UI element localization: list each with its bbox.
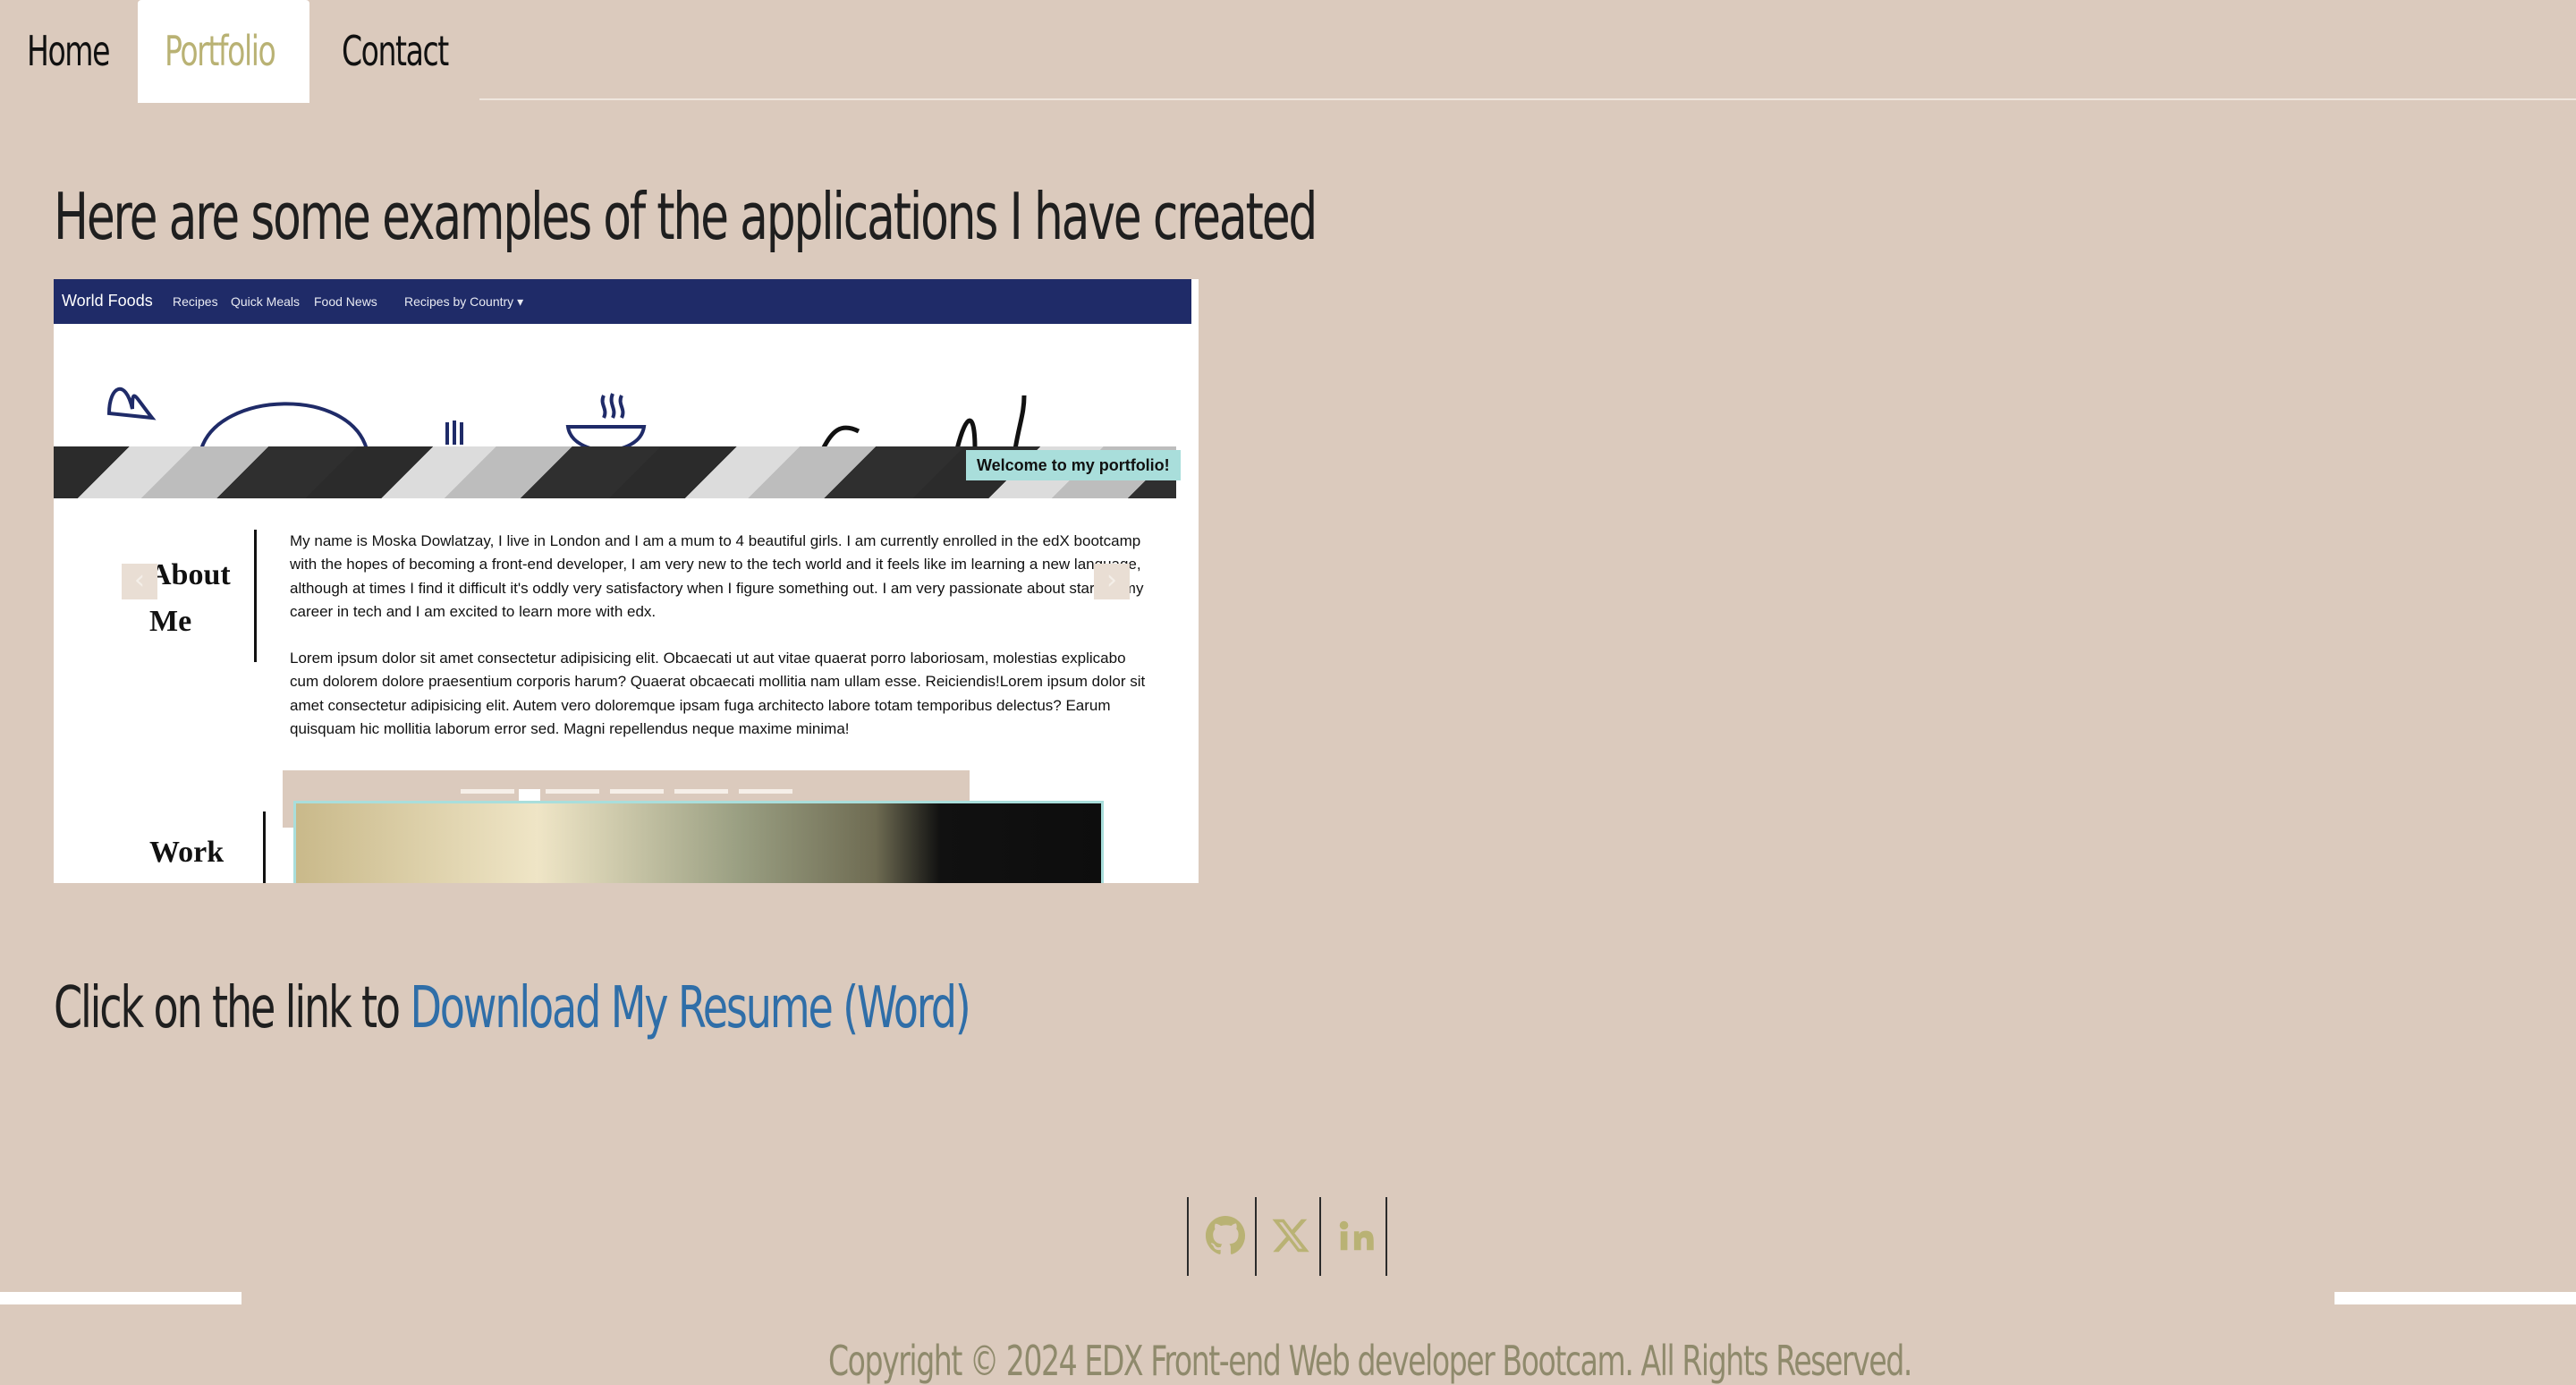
carousel-indicator-5[interactable] — [674, 789, 728, 794]
project-link-recipes: Recipes — [173, 294, 218, 309]
download-resume-link[interactable]: Download My Resume (Word) — [410, 975, 970, 1041]
tab-contact[interactable]: Contact — [342, 0, 449, 103]
about-paragraph-1: My name is Moska Dowlatzay, I live in Lo… — [290, 532, 1144, 620]
resume-prefix: Click on the link to — [54, 975, 411, 1041]
resume-line: Click on the link to Download My Resume … — [54, 975, 971, 1041]
carousel-indicator-3[interactable] — [546, 789, 599, 794]
project-link-food-news: Food News — [314, 294, 377, 309]
caret-down-icon: ▾ — [517, 294, 524, 309]
carousel-indicator-4[interactable] — [610, 789, 664, 794]
social-divider — [1187, 1197, 1189, 1276]
footer-bar-left — [0, 1292, 242, 1304]
about-paragraph-2: Lorem ipsum dolor sit amet consectetur a… — [290, 650, 1146, 738]
portfolio-carousel: World Foods Recipes Quick Meals Food New… — [54, 279, 1199, 883]
about-me-text: My name is Moska Dowlatzay, I live in Lo… — [290, 530, 1148, 764]
copyright-text: Copyright © 2024 EDX Front-end Web devel… — [828, 1337, 1912, 1385]
social-divider — [1255, 1197, 1257, 1276]
page-heading: Here are some examples of the applicatio… — [54, 179, 1318, 254]
food-illustration-banner — [106, 387, 1027, 449]
carousel-prev-button[interactable]: ‹ — [122, 564, 157, 599]
project-link-quick-meals: Quick Meals — [231, 294, 301, 309]
project-brand: World Foods — [62, 292, 153, 310]
x-twitter-icon[interactable] — [1270, 1215, 1311, 1256]
work-divider — [263, 811, 266, 883]
linkedin-icon[interactable] — [1335, 1215, 1377, 1256]
top-nav: Home Portfolio Contact — [0, 0, 2576, 103]
social-divider — [1319, 1197, 1321, 1276]
carousel-indicator-1[interactable] — [461, 789, 514, 794]
carousel-next-button[interactable]: › — [1094, 564, 1130, 599]
chevron-right-icon: › — [1106, 565, 1117, 596]
social-divider — [1385, 1197, 1387, 1276]
carousel-indicator-6[interactable] — [739, 789, 792, 794]
chevron-left-icon: ‹ — [134, 565, 145, 596]
about-me-heading: About Me — [149, 558, 231, 638]
tab-home[interactable]: Home — [27, 0, 110, 103]
project-link-recipes-by-country: Recipes by Country ▾ — [404, 294, 524, 309]
github-icon[interactable] — [1205, 1215, 1246, 1256]
about-divider — [254, 530, 257, 662]
project-screenshot-navbar: World Foods Recipes Quick Meals Food New… — [54, 279, 1191, 324]
nav-divider — [479, 98, 2576, 100]
tab-portfolio[interactable]: Portfolio — [165, 0, 276, 103]
work-preview-image — [293, 801, 1104, 883]
welcome-badge: Welcome to my portfolio! — [966, 450, 1181, 480]
work-heading: Work — [149, 836, 225, 869]
footer-bar-right — [2334, 1292, 2576, 1304]
